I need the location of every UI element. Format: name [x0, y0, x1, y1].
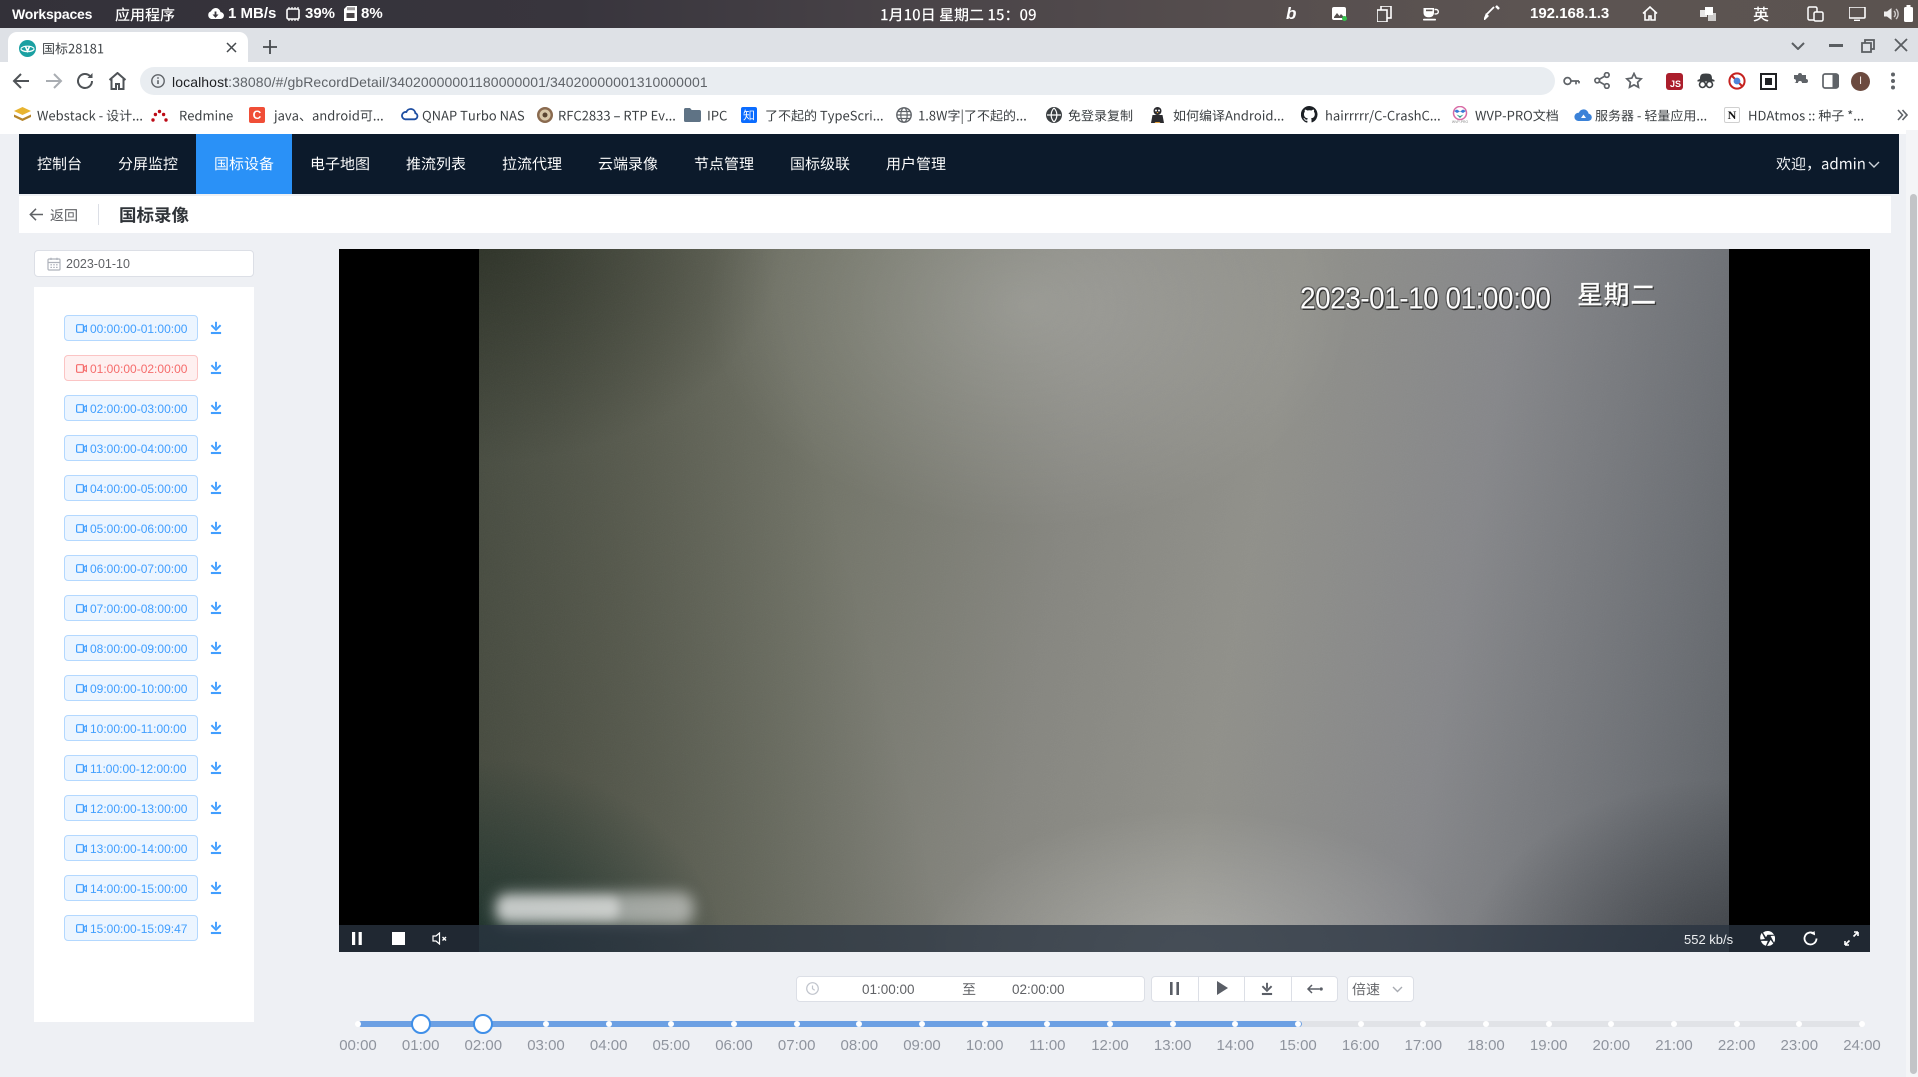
svg-text:WVP-PRO: WVP-PRO	[1452, 120, 1469, 124]
